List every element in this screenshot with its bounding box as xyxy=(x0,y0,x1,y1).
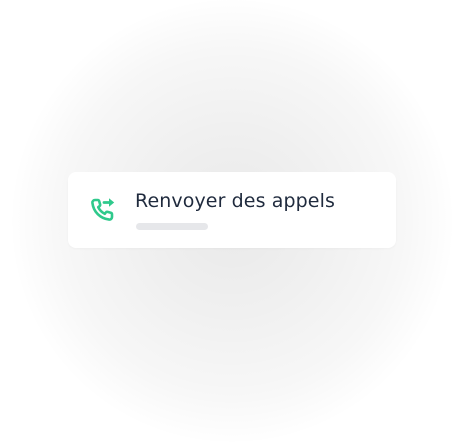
card-title: Renvoyer des appels xyxy=(135,190,335,212)
phone-forward-icon xyxy=(88,194,118,224)
forward-calls-card[interactable]: Renvoyer des appels xyxy=(68,172,396,248)
subtitle-placeholder-bar xyxy=(136,223,208,230)
